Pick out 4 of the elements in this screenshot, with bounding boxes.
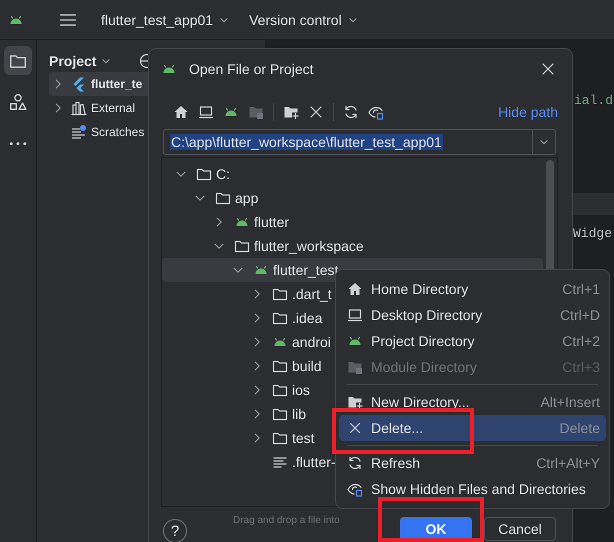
code-text: Widge bbox=[573, 226, 612, 241]
dialog-title: Open File or Project bbox=[189, 61, 314, 77]
code-text: ial.d bbox=[574, 93, 614, 108]
drop-hint: Drag and drop a file into bbox=[233, 515, 340, 526]
